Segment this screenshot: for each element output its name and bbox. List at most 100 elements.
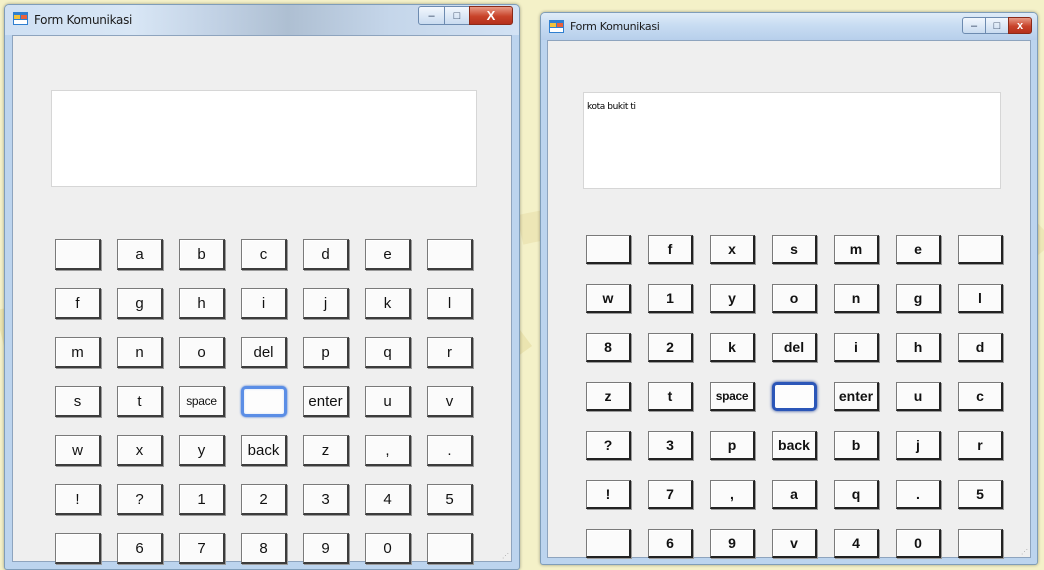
key-j[interactable]: j [303,288,349,319]
maximize-button[interactable]: □ [985,17,1009,34]
key-c[interactable]: c [958,382,1003,411]
key-m[interactable]: m [55,337,101,368]
key-s[interactable]: s [55,386,101,417]
key-q[interactable]: q [834,480,879,509]
resize-grip-icon[interactable]: ⋰ [1021,548,1028,556]
key-6[interactable]: 6 [648,529,693,558]
key-blank-row-0-col-0[interactable] [55,239,101,270]
key-blank-row-0-col-6[interactable] [427,239,473,270]
key-5[interactable]: 5 [958,480,1003,509]
key-f[interactable]: f [55,288,101,319]
key-y[interactable]: y [710,284,755,313]
key-blank-row-6-col-0[interactable] [586,529,631,558]
key-u[interactable]: u [365,386,411,417]
key-e[interactable]: e [365,239,411,270]
space-key[interactable]: space [179,386,225,417]
del-key[interactable]: del [772,333,817,362]
key-d[interactable]: d [958,333,1003,362]
resize-grip-icon[interactable]: ⋰ [502,552,509,560]
key-1[interactable]: 1 [648,284,693,313]
key-q[interactable]: q [365,337,411,368]
key-9[interactable]: 9 [710,529,755,558]
key-1[interactable]: 1 [179,484,225,515]
key-x[interactable]: x [710,235,755,264]
del-key[interactable]: del [241,337,287,368]
key-i[interactable]: i [241,288,287,319]
key-x[interactable]: x [117,435,163,466]
key-j[interactable]: j [896,431,941,460]
key-h[interactable]: h [179,288,225,319]
back-key[interactable]: back [772,431,817,460]
enter-key[interactable]: enter [303,386,349,417]
key-h[interactable]: h [896,333,941,362]
key-2[interactable]: 2 [241,484,287,515]
enter-key[interactable]: enter [834,382,879,411]
close-button[interactable]: x [1008,17,1032,34]
key-8[interactable]: 8 [241,533,287,564]
key-7[interactable]: 7 [179,533,225,564]
key-question[interactable]: ? [117,484,163,515]
key-w[interactable]: w [55,435,101,466]
key-r[interactable]: r [958,431,1003,460]
key-l[interactable]: l [427,288,473,319]
key-4[interactable]: 4 [834,529,879,558]
minimize-button[interactable]: – [418,6,445,25]
key-5[interactable]: 5 [427,484,473,515]
key-exclamation[interactable]: ! [586,480,631,509]
key-v[interactable]: v [427,386,473,417]
key-n[interactable]: n [834,284,879,313]
key-6[interactable]: 6 [117,533,163,564]
key-9[interactable]: 9 [303,533,349,564]
key-blank-row-0-col-0[interactable] [586,235,631,264]
key-blank-row-3-col-3[interactable] [772,382,817,411]
key-b[interactable]: b [834,431,879,460]
key-period[interactable]: . [896,480,941,509]
title-bar[interactable]: Form Komunikasi – □ x [541,13,1037,40]
key-g[interactable]: g [117,288,163,319]
key-t[interactable]: t [648,382,693,411]
key-w[interactable]: w [586,284,631,313]
key-y[interactable]: y [179,435,225,466]
key-f[interactable]: f [648,235,693,264]
back-key[interactable]: back [241,435,287,466]
key-blank-row-6-col-6[interactable] [427,533,473,564]
key-a[interactable]: a [772,480,817,509]
key-z[interactable]: z [303,435,349,466]
key-blank-row-6-col-6[interactable] [958,529,1003,558]
key-k[interactable]: k [710,333,755,362]
key-exclamation[interactable]: ! [55,484,101,515]
space-key[interactable]: space [710,382,755,411]
title-bar[interactable]: Form Komunikasi – □ X [5,5,519,35]
key-comma[interactable]: , [365,435,411,466]
key-z[interactable]: z [586,382,631,411]
key-c[interactable]: c [241,239,287,270]
key-o[interactable]: o [772,284,817,313]
key-e[interactable]: e [896,235,941,264]
key-o[interactable]: o [179,337,225,368]
key-k[interactable]: k [365,288,411,319]
key-n[interactable]: n [117,337,163,368]
key-3[interactable]: 3 [648,431,693,460]
key-d[interactable]: d [303,239,349,270]
key-0[interactable]: 0 [896,529,941,558]
message-textbox[interactable]: kota bukit ti [583,92,1001,189]
key-blank-row-3-col-3[interactable] [241,386,287,417]
key-blank-row-6-col-0[interactable] [55,533,101,564]
key-blank-row-0-col-6[interactable] [958,235,1003,264]
key-s[interactable]: s [772,235,817,264]
key-r[interactable]: r [427,337,473,368]
key-4[interactable]: 4 [365,484,411,515]
key-u[interactable]: u [896,382,941,411]
key-3[interactable]: 3 [303,484,349,515]
key-p[interactable]: p [303,337,349,368]
key-m[interactable]: m [834,235,879,264]
key-comma[interactable]: , [710,480,755,509]
key-2[interactable]: 2 [648,333,693,362]
key-p[interactable]: p [710,431,755,460]
key-t[interactable]: t [117,386,163,417]
key-i[interactable]: i [834,333,879,362]
key-g[interactable]: g [896,284,941,313]
key-b[interactable]: b [179,239,225,270]
key-7[interactable]: 7 [648,480,693,509]
close-button[interactable]: X [469,6,513,25]
